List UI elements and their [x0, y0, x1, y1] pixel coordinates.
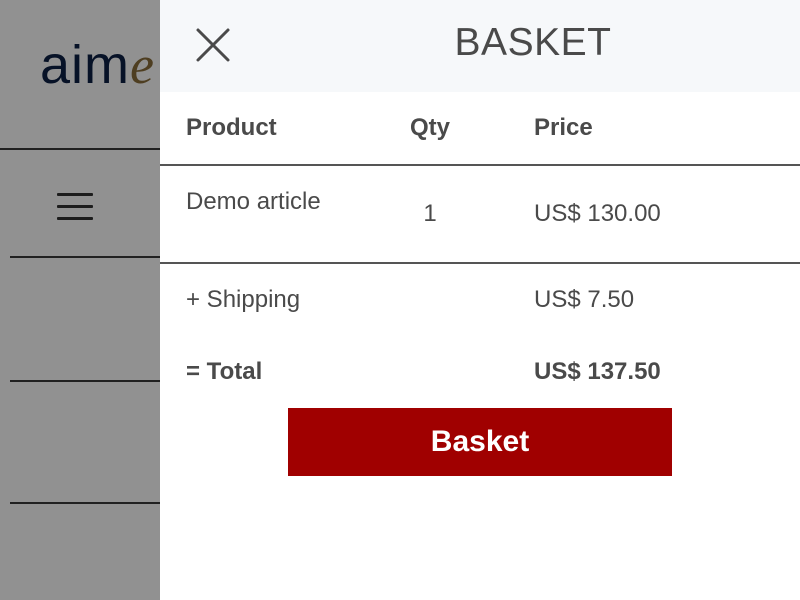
shipping-row: + Shipping US$ 7.50: [160, 264, 800, 336]
table-row: Demo article 1 US$ 130.00: [160, 166, 800, 262]
basket-title: BASKET: [454, 21, 612, 64]
item-product-name[interactable]: Demo article: [186, 190, 346, 214]
total-row: = Total US$ 137.50: [160, 336, 800, 408]
basket-button[interactable]: Basket: [288, 408, 672, 476]
table-header-row: Product Qty Price: [160, 92, 800, 164]
item-price: US$ 130.00: [534, 200, 661, 227]
basket-drawer: BASKET Product Qty Price Demo article 1 …: [160, 0, 800, 600]
total-label: = Total: [186, 358, 263, 385]
basket-header: BASKET: [160, 0, 800, 92]
shipping-label: + Shipping: [186, 286, 301, 313]
total-price: US$ 137.50: [534, 358, 661, 385]
item-quantity[interactable]: 1: [390, 202, 470, 226]
basket-table: Product Qty Price Demo article 1 US$ 130…: [160, 92, 800, 408]
column-header-product: Product: [186, 114, 277, 141]
column-header-qty: Qty: [409, 114, 450, 141]
column-header-price: Price: [534, 114, 593, 141]
shipping-price: US$ 7.50: [534, 286, 635, 313]
